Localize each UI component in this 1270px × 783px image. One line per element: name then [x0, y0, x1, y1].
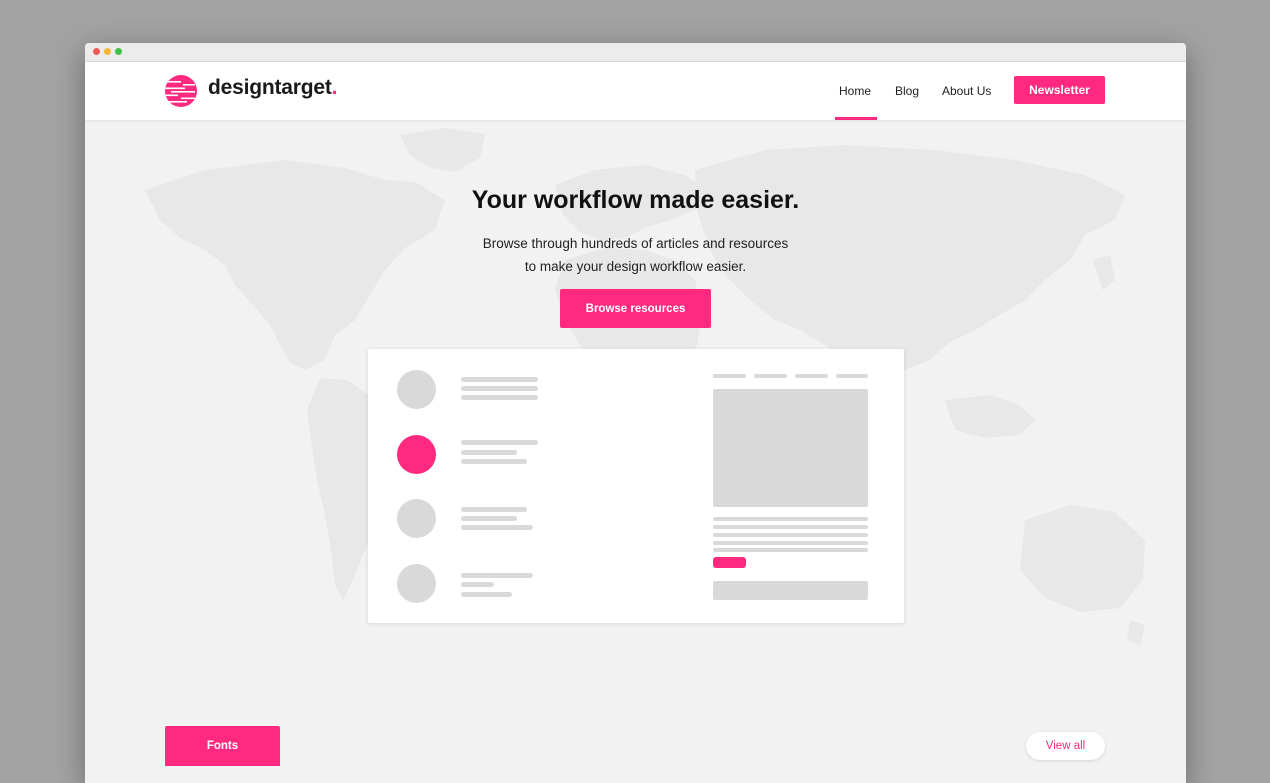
wireframe-avatar-highlighted — [397, 435, 436, 474]
hero-subtitle: Browse through hundreds of articles and … — [85, 232, 1186, 278]
wireframe-avatar — [397, 564, 436, 603]
wireframe-line — [461, 592, 512, 597]
wireframe-line — [461, 450, 517, 455]
wireframe-line — [461, 395, 538, 400]
wireframe-tab — [713, 374, 746, 378]
wireframe-button — [713, 557, 746, 568]
wireframe-line — [461, 440, 538, 445]
wireframe-line — [713, 525, 868, 529]
browser-window: designtarget. Home Blog About Us Newslet… — [85, 43, 1186, 783]
striped-circle-logo-icon[interactable] — [165, 75, 197, 107]
wireframe-avatar — [397, 499, 436, 538]
nav-link-about-us[interactable]: About Us — [942, 84, 991, 98]
window-titlebar — [85, 43, 1186, 62]
wireframe-line — [713, 517, 868, 521]
wireframe-line — [461, 516, 517, 521]
maximize-window-button[interactable] — [115, 48, 122, 55]
wireframe-image — [713, 389, 868, 507]
browse-resources-button[interactable]: Browse resources — [560, 289, 711, 328]
close-window-button[interactable] — [93, 48, 100, 55]
brand-name-text: designtarget — [208, 76, 332, 99]
wireframe-line — [461, 582, 494, 587]
wireframe-line — [461, 573, 533, 578]
nav-link-home[interactable]: Home — [839, 84, 871, 98]
hero-subtitle-line-2: to make your design workflow easier. — [524, 259, 747, 274]
wireframe-tab — [754, 374, 787, 378]
brand-name[interactable]: designtarget. — [208, 76, 337, 100]
fonts-category-tab[interactable]: Fonts — [165, 726, 280, 766]
hero-title: Your workflow made easier. — [471, 186, 800, 214]
wireframe-line — [713, 541, 868, 545]
wireframe-line — [461, 525, 533, 530]
wireframe-avatar — [397, 370, 436, 409]
wireframe-line — [461, 507, 527, 512]
wireframe-illustration — [368, 349, 904, 623]
wireframe-line — [713, 548, 868, 552]
newsletter-button[interactable]: Newsletter — [1014, 76, 1105, 104]
wireframe-tab — [795, 374, 828, 378]
wireframe-line — [461, 377, 538, 382]
hero-subtitle-line-1: Browse through hundreds of articles and … — [482, 236, 789, 251]
site-header: designtarget. Home Blog About Us Newslet… — [85, 62, 1186, 120]
nav-link-blog[interactable]: Blog — [895, 84, 919, 98]
wireframe-line — [713, 533, 868, 537]
wireframe-tab — [836, 374, 868, 378]
wireframe-line — [461, 459, 527, 464]
view-all-button[interactable]: View all — [1026, 732, 1105, 760]
active-nav-indicator — [835, 117, 877, 120]
brand-dot: . — [331, 76, 338, 99]
minimize-window-button[interactable] — [104, 48, 111, 55]
wireframe-line — [461, 386, 538, 391]
wireframe-footer-bar — [713, 581, 868, 600]
